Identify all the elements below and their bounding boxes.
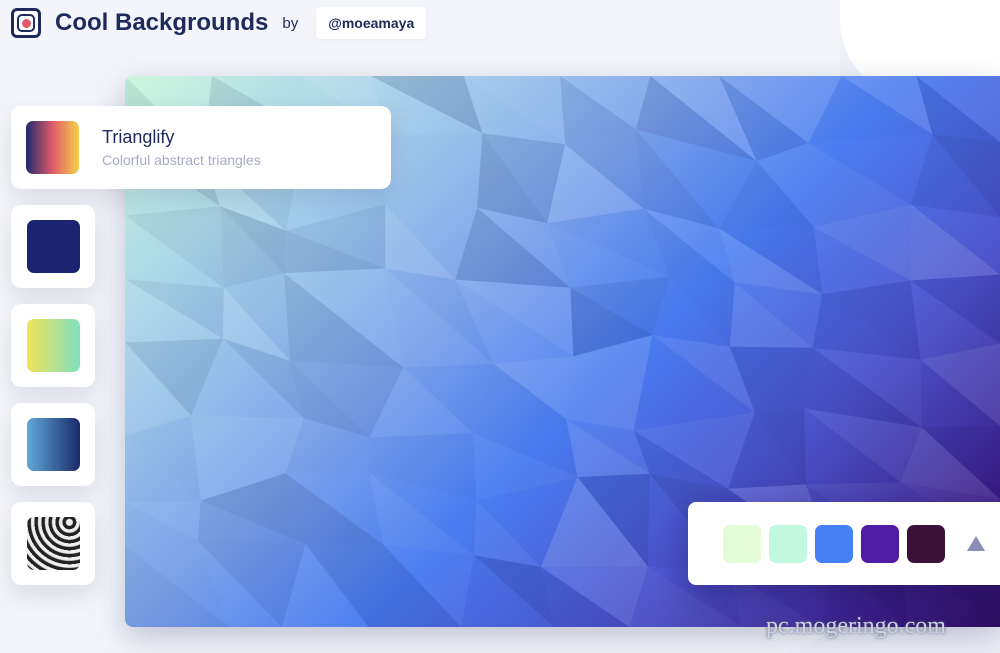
triangle-icon[interactable] <box>967 536 985 551</box>
option-thumbnail <box>26 220 80 273</box>
color-swatch[interactable] <box>861 524 899 563</box>
color-palette <box>688 502 1000 585</box>
color-swatch[interactable] <box>907 524 945 563</box>
option-solid-navy[interactable] <box>11 205 95 288</box>
option-thumbnail <box>26 517 80 570</box>
color-swatch[interactable] <box>723 524 761 563</box>
option-blue-navy[interactable] <box>11 403 95 486</box>
color-swatch[interactable] <box>815 524 853 563</box>
by-label: by <box>282 14 299 32</box>
header: Cool Backgrounds by @moeamaya <box>11 7 427 39</box>
option-subtitle: Colorful abstract triangles <box>102 152 261 168</box>
trianglify-thumbnail <box>26 121 79 174</box>
option-thumbnail <box>26 319 80 372</box>
app-title: Cool Backgrounds <box>55 9 269 36</box>
logo-icon[interactable] <box>11 8 41 38</box>
author-link[interactable]: @moeamaya <box>316 7 427 39</box>
watermark: pc.mogeringo.com <box>766 613 946 639</box>
option-thumbnail <box>26 418 80 471</box>
option-title: Trianglify <box>102 127 175 147</box>
option-mono-wave[interactable] <box>11 502 95 585</box>
color-swatch[interactable] <box>769 524 807 563</box>
option-trianglify[interactable]: Trianglify Colorful abstract triangles <box>11 106 391 189</box>
option-yellow-mint[interactable] <box>11 304 95 387</box>
